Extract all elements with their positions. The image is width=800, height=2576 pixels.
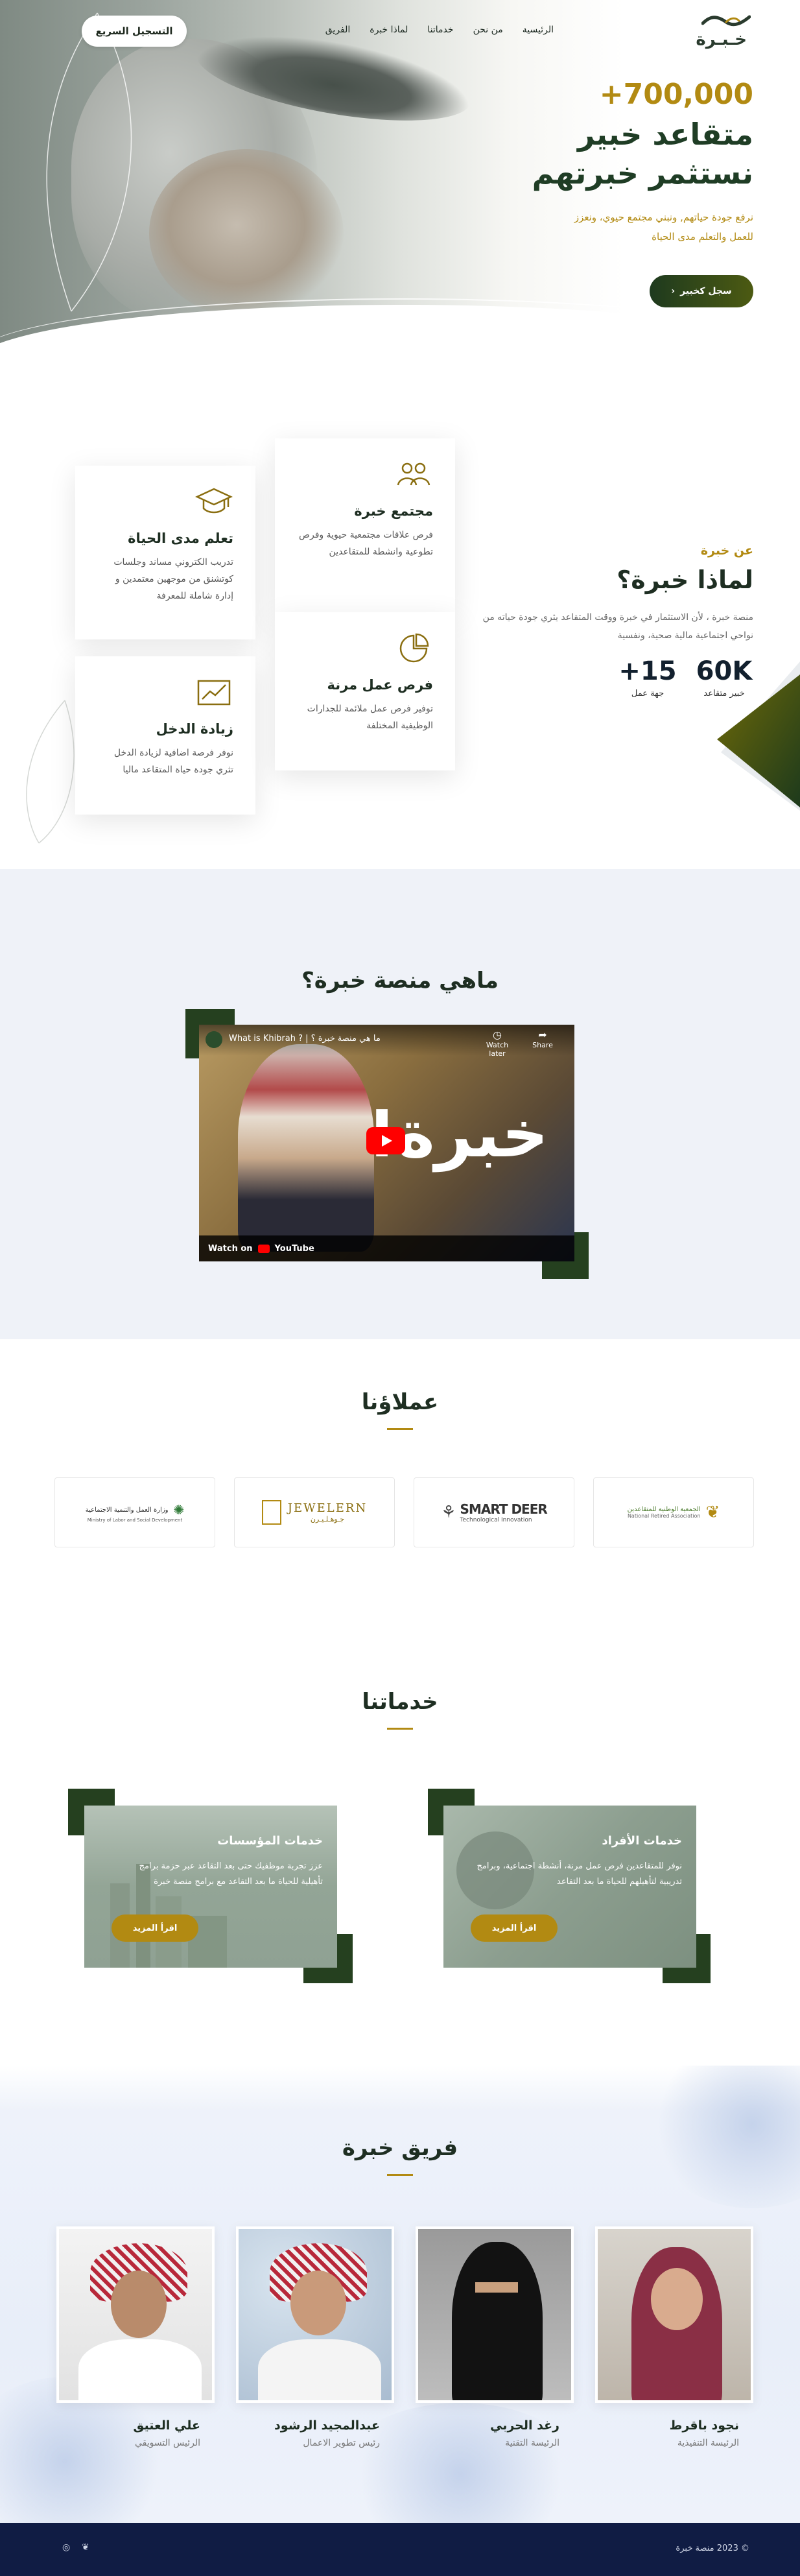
card-text: تدريب الكتروني مساند وجلسات كوتشنق من مو… (113, 557, 233, 601)
decorative-corner-triangle (717, 662, 800, 811)
copyright: © 2023 منصة خبرة (676, 2544, 749, 2553)
service-title: خدمات المؤسسات (217, 1834, 323, 1848)
services-title: خدماتنا (362, 1689, 438, 1715)
play-button[interactable] (366, 1127, 405, 1154)
association-emblem-icon: ❦ (705, 1503, 720, 1522)
service-card-individuals: خدمات الأفراد نوفر للمتقاعدين فرص عمل مر… (443, 1806, 696, 1968)
decorative-leaf-outline (46, 12, 132, 312)
team-member: عبدالمجيد الرشود رئيس تطوير الاعمال (236, 2226, 394, 2448)
nav-team[interactable]: الفريق (325, 25, 351, 35)
hero-title-line1: متقاعد خبير (578, 117, 753, 152)
instagram-icon[interactable]: ◎ (62, 2542, 75, 2555)
read-more-button[interactable]: اقرأ المزيد (112, 1914, 198, 1942)
graduation-cap-icon (195, 488, 233, 514)
why-text: منصة خبرة ، لأن الاستثمار في خبرة ووقت ا… (482, 612, 753, 641)
team-member: علي العتيق الرئيس التسويقي (56, 2226, 215, 2448)
stat-employers: +15 جهة عمل (618, 656, 677, 698)
nav-about[interactable]: من نحن (473, 25, 503, 35)
card-title: تعلم مدى الحياة (128, 531, 233, 546)
watch-later-button[interactable]: ◷ Watch later (478, 1029, 517, 1058)
team-member-photo (56, 2226, 215, 2403)
video-title[interactable]: What is Khibrah ? | ما هي منصة خبرة ؟ (229, 1034, 443, 1044)
twitter-icon[interactable]: ❦ (82, 2542, 95, 2555)
card-title: فرص عمل مرنة (327, 677, 433, 693)
chevron-left-icon: ‹ (671, 286, 676, 296)
logo-text: خـبـرة (696, 30, 747, 49)
share-button[interactable]: ➦ Share (523, 1029, 562, 1049)
pie-chart-icon (399, 633, 429, 663)
video-player[interactable]: خبرة! What is Khibrah ? | ما هي منصة خبر… (199, 1025, 574, 1261)
card-flexible-work: فرص عمل مرنة توفير فرص عمل ملائمة للجدار… (275, 612, 455, 770)
card-text: فرص علاقات مجتمعية حيوية وفرص تطوعية وان… (299, 530, 433, 557)
team-member-name: علي العتيق (133, 2418, 200, 2433)
hero-subtitle: نرفع جودة حياتهم, ونبني مجتمع حيوي، ونعز… (574, 211, 753, 243)
team-member-role: رئيس تطوير الاعمال (303, 2438, 380, 2448)
card-text: توفير فرص عمل ملائمة للجدارات الوظيفية ا… (307, 704, 433, 731)
income-chart-icon (197, 680, 231, 706)
hero-title-line2: نستثمر خبرتهم (532, 156, 753, 191)
service-text: عزز تجربة موظفيك حتى بعد التقاعد عبر حزم… (139, 1861, 323, 1887)
main-nav: الرئيسية من نحن خدماتنا لماذا خبرة الفري… (325, 25, 554, 35)
card-title: زيادة الدخل (156, 721, 233, 737)
why-title: لماذا خبرة؟ (617, 566, 753, 594)
palm-emblem-icon: ✺ (173, 1502, 185, 1518)
logo-mark-icon (701, 15, 751, 27)
clock-icon: ◷ (493, 1029, 502, 1041)
team-member-role: الرئيسة التقنية (505, 2438, 559, 2448)
hero-section: التسجيل السريع الرئيسية من نحن خدماتنا ل… (0, 0, 800, 363)
team-member: نجود باقرط الرئيسة التنفيذية (595, 2226, 753, 2448)
client-logo-retirees-association: الجمعية الوطنية للمتقاعدين National Reti… (593, 1477, 754, 1547)
channel-avatar[interactable] (206, 1031, 222, 1048)
team-member-name: رغد الحربي (489, 2418, 559, 2433)
watch-on-youtube-link[interactable]: Watch on YouTube (199, 1235, 574, 1261)
decorative-leaf-outline (26, 700, 75, 844)
card-increase-income: زيادة الدخل نوفر فرصة اضافية لزيادة الدخ… (75, 656, 255, 815)
video-thumbnail-person (238, 1044, 374, 1252)
team-member-role: الرئيس التسويقي (134, 2438, 200, 2448)
register-expert-button[interactable]: سجل كخبير ‹ (650, 275, 753, 307)
quick-register-button[interactable]: التسجيل السريع (82, 16, 187, 47)
footer: © 2023 منصة خبرة ◎ ❦ (0, 2523, 800, 2576)
service-card-corporate: خدمات المؤسسات عزز تجربة موظفيك حتى بعد … (84, 1806, 337, 1968)
card-text: نوفر فرصة اضافية لزيادة الدخل تثري جودة … (113, 748, 233, 775)
why-eyebrow: عن خبرة (700, 543, 753, 558)
client-logo-smartdeer: ⚘ SMART DEER Technological Innovation (414, 1477, 574, 1547)
card-community: مجتمع خبرة فرص علاقات مجتمعية حيوية وفرص… (275, 438, 455, 612)
clients-title: عملاؤنا (361, 1389, 439, 1415)
watch-later-label: Watch later (486, 1041, 509, 1058)
nav-services[interactable]: خدماتنا (427, 25, 453, 35)
card-lifelong-learning: تعلم مدى الحياة تدريب الكتروني مساند وجل… (75, 466, 255, 639)
team-member-photo (416, 2226, 574, 2403)
watch-on-label: Watch on (208, 1243, 253, 1254)
deer-icon: ⚘ (441, 1503, 456, 1522)
team-member-name: عبدالمجيد الرشود (274, 2418, 380, 2433)
team-member-photo (595, 2226, 753, 2403)
team-member-photo (236, 2226, 394, 2403)
read-more-button[interactable]: اقرأ المزيد (471, 1914, 558, 1942)
client-logo-ministry: وزارة العمل والتنمية الاجتماعية ✺ Minist… (54, 1477, 215, 1547)
team-member: رغد الحربي الرئيسة التقنية (416, 2226, 574, 2448)
stat-number: +15 (618, 656, 677, 686)
team-member-role: الرئيسة التنفيذية (677, 2438, 739, 2448)
card-title: مجتمع خبرة (354, 503, 433, 519)
client-logo-jewelern: JEWELERN جـوهـلـيـرن (234, 1477, 395, 1547)
hero-count: +700,000 (599, 78, 753, 111)
share-icon: ➦ (538, 1029, 547, 1041)
nav-why[interactable]: لماذا خبرة (370, 25, 408, 35)
logo[interactable]: خـبـرة (696, 14, 751, 51)
youtube-label: YouTube (274, 1243, 314, 1254)
service-text: نوفر للمتقاعدين فرص عمل مرنة، أنشطة اجتم… (476, 1861, 682, 1887)
stat-label: جهة عمل (631, 689, 665, 698)
share-label: Share (532, 1041, 553, 1049)
service-title: خدمات الأفراد (602, 1834, 682, 1848)
youtube-logo-icon (257, 1244, 270, 1253)
team-member-name: نجود باقرط (669, 2418, 739, 2433)
register-expert-label: سجل كخبير (680, 286, 732, 296)
jewelern-mark-icon (261, 1500, 281, 1525)
what-is-title: ماهي منصة خبرة؟ (301, 968, 499, 994)
team-title: فريق خبرة (342, 2135, 458, 2161)
nav-home[interactable]: الرئيسية (523, 25, 554, 35)
community-icon (397, 462, 430, 486)
